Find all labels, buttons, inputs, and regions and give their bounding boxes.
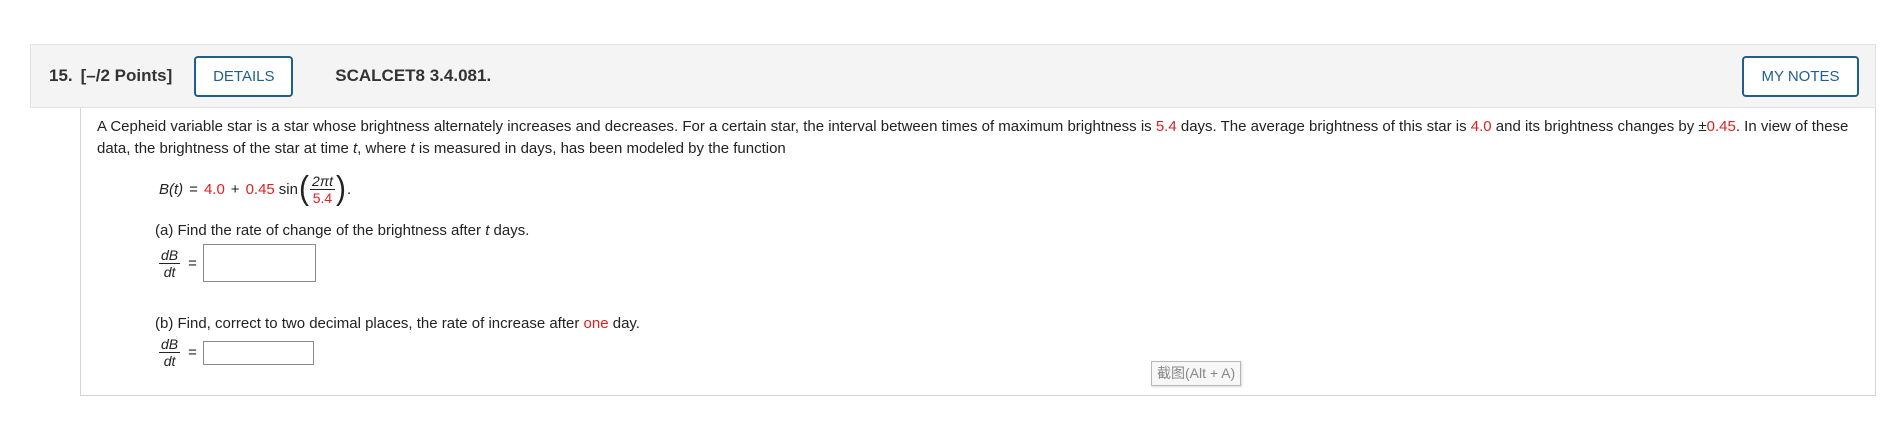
question-number: 15.: [49, 66, 73, 85]
formula-plus: +: [230, 180, 240, 198]
part-b-text: (b) Find, correct to two decimal places,…: [155, 315, 584, 332]
formula-function: sin: [278, 180, 298, 198]
part-a-label: (a) Find the rate of change of the brigh…: [155, 222, 529, 239]
formula-constant: 4.0: [203, 180, 225, 198]
part-b-answer-input[interactable]: [202, 340, 314, 365]
problem-text: and its brightness changes by ±: [1491, 118, 1707, 135]
part-b-derivative: dB dt =: [159, 336, 314, 369]
derivative-fraction: dB dt: [159, 336, 181, 369]
formula-equals: =: [189, 180, 198, 198]
part-b-highlight: one: [583, 315, 609, 332]
problem-statement: A Cepheid variable star is a star whose …: [97, 116, 1867, 160]
derivative-numerator: dB: [159, 246, 181, 264]
formula-fraction: 2πt 5.4: [309, 172, 336, 206]
left-paren: (: [298, 170, 309, 207]
question-container: 15. [–/2 Points] DETAILS SCALCET8 3.4.08…: [30, 44, 1876, 396]
details-button[interactable]: DETAILS: [194, 55, 294, 97]
formula-lhs: B(t): [159, 180, 184, 198]
part-a-derivative: dB dt =: [159, 244, 316, 282]
problem-text: days. The average brightness of this sta…: [1176, 118, 1471, 135]
derivative-numerator: dB: [159, 336, 181, 353]
problem-text: A Cepheid variable star is a star whose …: [97, 118, 1156, 135]
problem-text: , where: [357, 140, 411, 157]
points-label: [–/2 Points]: [80, 66, 173, 85]
part-b-label: (b) Find, correct to two decimal places,…: [155, 315, 640, 332]
change-value: 0.45: [1706, 118, 1736, 135]
derivative-denominator: dt: [163, 263, 176, 280]
part-a-text-end: days.: [489, 222, 530, 239]
part-a-answer-input[interactable]: [202, 244, 316, 282]
period-value: 5.4: [1155, 118, 1177, 135]
formula-end: .: [347, 180, 352, 198]
derivative-equals: =: [188, 344, 197, 361]
problem-code: SCALCET8 3.4.081.: [335, 66, 492, 85]
derivative-fraction: dB dt: [159, 246, 181, 280]
formula-amplitude: 0.45: [245, 180, 275, 198]
part-b-text-end: day.: [608, 315, 640, 332]
my-notes-button[interactable]: MY NOTES: [1742, 56, 1859, 97]
average-value: 4.0: [1470, 118, 1492, 135]
right-paren: ): [336, 170, 347, 207]
fraction-numerator: 2πt: [309, 172, 336, 190]
part-a-text: (a) Find the rate of change of the brigh…: [155, 222, 486, 239]
problem-text: is measured in days, has been modeled by…: [414, 140, 786, 157]
derivative-equals: =: [188, 254, 197, 272]
derivative-denominator: dt: [163, 353, 176, 369]
fraction-denominator: 5.4: [312, 189, 333, 206]
brightness-formula: B(t) = 4.0 + 0.45 sin ( 2πt 5.4 ) .: [159, 169, 351, 209]
question-body: A Cepheid variable star is a star whose …: [80, 108, 1876, 396]
question-header: 15. [–/2 Points] DETAILS SCALCET8 3.4.08…: [30, 44, 1876, 108]
screenshot-tooltip: 截图(Alt + A): [1151, 361, 1242, 386]
